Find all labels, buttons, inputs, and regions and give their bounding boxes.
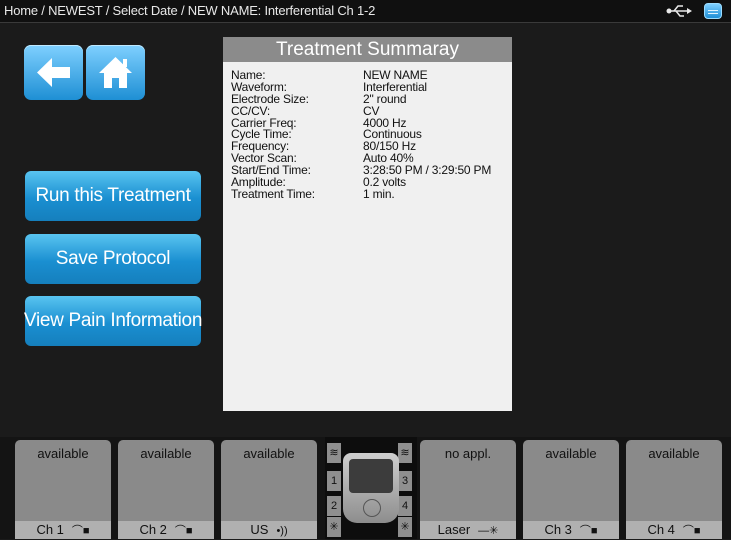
laser-icon: —✳ [478,525,499,537]
channel-label-bar: US •)) [221,521,317,539]
summary-title: Treatment Summaray [223,37,512,62]
device-hub: ≋ 1 2 ✳ ≋ 3 4 ✳ [325,437,417,539]
summary-value: CV [363,103,380,118]
summary-value: 2" round [363,91,407,106]
summary-rows: Name: NEW NAME Waveform: Interferential Elec… [223,62,512,200]
device-image [343,453,399,523]
channel-status: no appl. [444,446,492,461]
summary-row: Electrode Size: 2" round [231,93,512,105]
channel-status: available [545,446,597,461]
view-pain-information-button[interactable]: View Pain Information [24,296,202,346]
summary-row: CC/CV: CV [231,105,512,117]
run-treatment-button[interactable]: Run this Treatment [25,171,201,221]
channel-label: Ch 4 [647,522,675,537]
hub-slot-top-left-icon: ≋ [327,443,341,463]
channel-tile-1[interactable]: available Ch 1 ⌒■ [15,440,111,539]
device-icon[interactable] [704,3,722,19]
back-arrow-icon [37,58,70,87]
hub-slot-bottom-right-icon: ✳ [398,517,412,537]
channel-label-bar: Ch 4 ⌒■ [626,521,722,539]
channel-label-bar: Ch 3 ⌒■ [523,521,619,539]
hub-slot-top-right-icon: ≋ [398,443,412,463]
summary-value: 1 min. [363,186,395,201]
channel-label: US [250,522,269,537]
device-dial [363,499,381,517]
save-protocol-button[interactable]: Save Protocol [25,234,201,284]
hub-slot-1[interactable]: 1 [327,471,341,491]
breadcrumb: Home / NEWEST / Select Date / NEW NAME: … [4,3,376,18]
electrode-icon: ⌒■ [174,525,193,537]
channel-status: available [37,446,89,461]
channel-tile-5[interactable]: available Ch 3 ⌒■ [523,440,619,539]
channel-label: Ch 1 [36,522,64,537]
channel-status: available [648,446,700,461]
channel-tile-4[interactable]: no appl. Laser —✳ [420,440,516,539]
ultrasound-icon: •)) [276,525,288,537]
channel-status: available [243,446,295,461]
hub-slot-2[interactable]: 2 [327,496,341,516]
hub-slot-3[interactable]: 3 [398,471,412,491]
electrode-icon: ⌒■ [71,525,90,537]
channel-tile-3[interactable]: available US •)) [221,440,317,539]
channel-label-bar: Ch 1 ⌒■ [15,521,111,539]
home-icon [99,57,132,88]
channel-tile-6[interactable]: available Ch 4 ⌒■ [626,440,722,539]
summary-label: Electrode Size: [231,91,309,106]
electrode-icon: ⌒■ [579,525,598,537]
back-button[interactable] [24,45,83,100]
hub-slot-4[interactable]: 4 [398,496,412,516]
hub-slot-bottom-left-icon: ✳ [327,517,341,537]
summary-label: CC/CV: [231,103,271,118]
usb-icon [666,5,692,17]
channel-label: Ch 3 [544,522,572,537]
device-screen [349,459,393,493]
channel-status: available [140,446,192,461]
channel-label-bar: Laser —✳ [420,521,516,539]
home-button[interactable] [86,45,145,100]
title-bar: Home / NEWEST / Select Date / NEW NAME: … [0,0,731,23]
summary-row: Treatment Time: 1 min. [231,188,512,200]
channel-tile-2[interactable]: available Ch 2 ⌒■ [118,440,214,539]
channel-label-bar: Ch 2 ⌒■ [118,521,214,539]
channel-label: Laser [437,522,471,537]
electrode-icon: ⌒■ [682,525,701,537]
summary-row: Waveform: Interferential [231,81,512,93]
summary-label: Treatment Time: [231,186,315,201]
channel-label: Ch 2 [139,522,167,537]
treatment-summary-panel: Treatment Summaray Name: NEW NAME Waveform… [223,37,512,411]
